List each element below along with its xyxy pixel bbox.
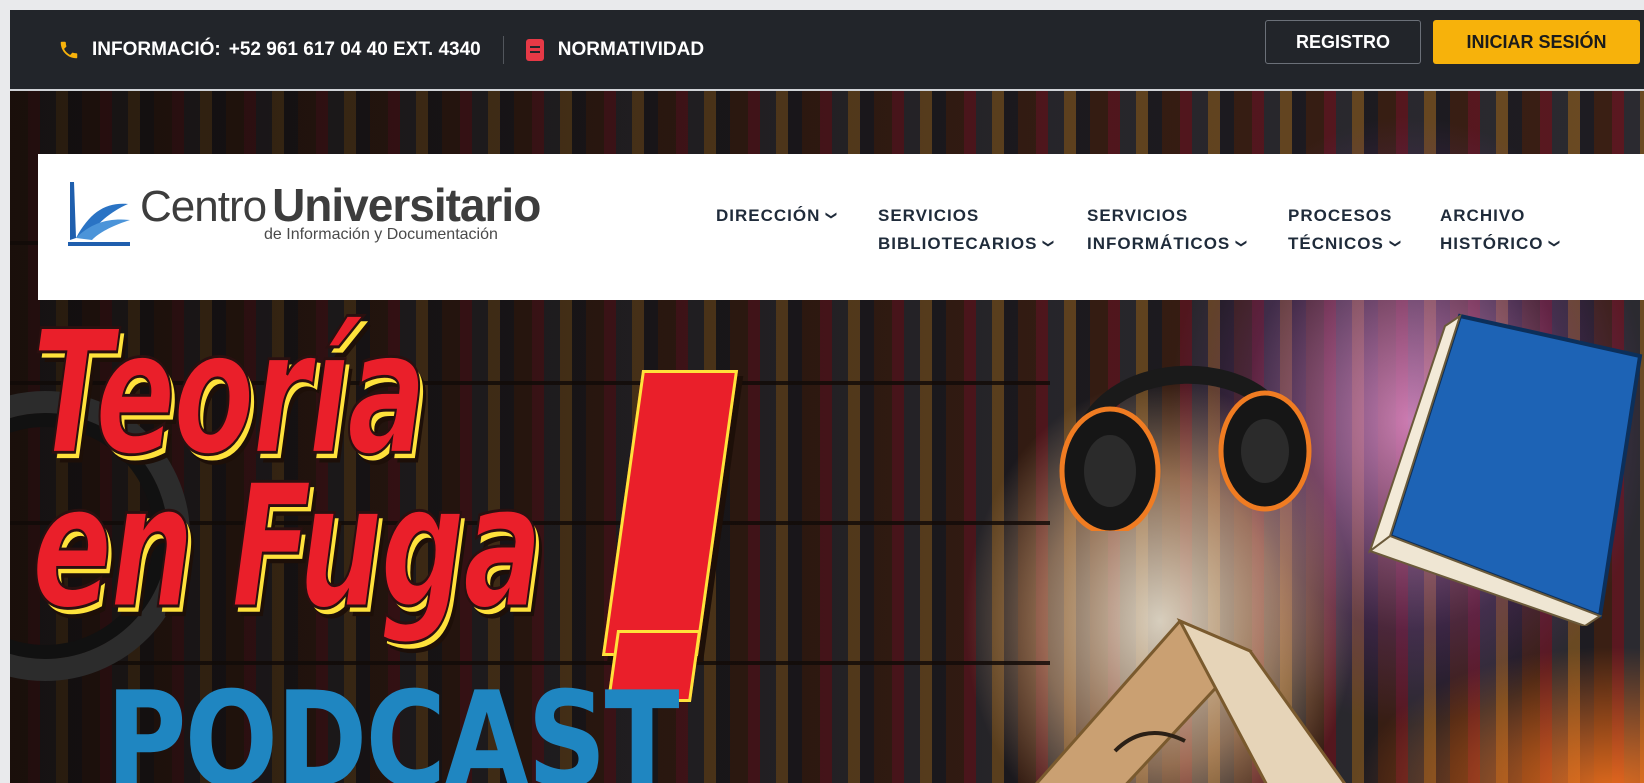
nav-servicios-bibliotecarios[interactable]: SERVICIOS BIBLIOTECARIOS ❯: [878, 202, 1055, 260]
nav-label: ARCHIVO: [1440, 206, 1526, 225]
document-icon: [525, 38, 544, 61]
logo-subtitle: de Información y Documentación: [264, 226, 498, 243]
logo-word-centro: Centro: [140, 182, 267, 231]
browser-viewport: Teoría en Fuga PODCAST INFORMACIÓ: +52 9…: [10, 10, 1644, 783]
nav-label: SERVICIOS: [1087, 206, 1189, 225]
phone-number: +52 961 617 04 40 EXT. 4340: [228, 38, 481, 60]
phone-label: INFORMACIÓ:: [92, 38, 221, 60]
login-button[interactable]: INICIAR SESIÓN: [1433, 20, 1640, 64]
normatividad-label: NORMATIVIDAD: [557, 38, 705, 60]
top-info-bar: INFORMACIÓ: +52 961 617 04 40 EXT. 4340 …: [10, 10, 1644, 91]
nav-label: HISTÓRICO: [1440, 234, 1544, 253]
phone-icon: [60, 41, 78, 58]
blue-book-illustration: [1367, 313, 1643, 626]
registro-button[interactable]: REGISTRO: [1265, 20, 1421, 64]
logo-word-universitario: Universitario: [272, 179, 541, 231]
nav-label: INFORMÁTICOS: [1087, 234, 1231, 253]
nav-label: DIRECCIÓN: [716, 206, 821, 225]
chevron-down-icon: ❯: [1388, 238, 1401, 250]
nav-label: SERVICIOS: [878, 206, 980, 225]
chevron-down-icon: ❯: [1042, 238, 1055, 250]
logo-wordmark: Centro Universitario: [140, 178, 541, 232]
headphones-illustration: [1059, 365, 1312, 531]
chevron-down-icon: ❯: [1548, 238, 1561, 250]
open-book-illustration: [1035, 617, 1347, 783]
title-line-2: en Fuga: [31, 446, 544, 647]
book-logo-icon: [68, 182, 130, 246]
chevron-down-icon: ❯: [825, 210, 838, 222]
nav-servicios-informaticos[interactable]: SERVICIOS INFORMÁTICOS ❯: [1087, 202, 1247, 260]
nav-label: PROCESOS: [1288, 206, 1393, 225]
nav-procesos-tecnicos[interactable]: PROCESOS TÉCNICOS ❯: [1288, 202, 1401, 260]
chevron-down-icon: ❯: [1235, 238, 1248, 250]
nav-archivo-historico[interactable]: ARCHIVO HISTÓRICO ❯: [1440, 202, 1561, 260]
nav-label: BIBLIOTECARIOS: [878, 234, 1038, 253]
normatividad-link[interactable]: NORMATIVIDAD: [525, 38, 705, 61]
podcast-label: PODCAST: [106, 663, 680, 783]
nav-direccion[interactable]: DIRECCIÓN ❯: [716, 202, 838, 232]
divider: [502, 35, 504, 64]
nav-label: TÉCNICOS: [1288, 234, 1384, 253]
main-header: Centro Universitario de Información y Doc…: [38, 154, 1644, 300]
site-logo[interactable]: Centro Universitario de Información y Doc…: [66, 179, 541, 252]
phone-info[interactable]: INFORMACIÓ: +52 961 617 04 40 EXT. 4340: [58, 39, 481, 61]
podcast-title: Teoría en Fuga: [31, 306, 544, 647]
